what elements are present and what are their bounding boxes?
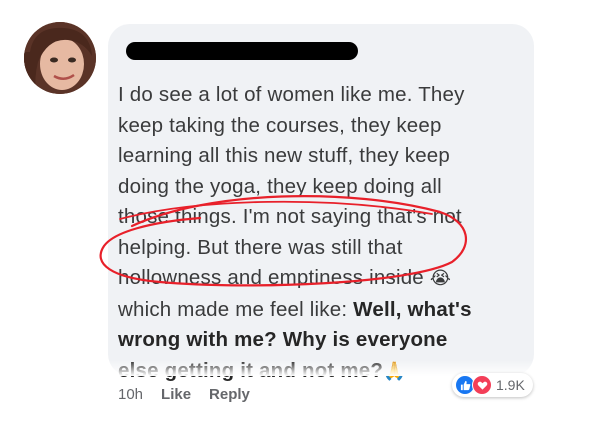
- like-button[interactable]: Like: [161, 386, 191, 403]
- comment-line: learning all this new stuff, they keep: [118, 144, 450, 167]
- reactions-summary[interactable]: 1.9K: [452, 373, 533, 397]
- love-icon: [472, 375, 492, 395]
- avatar[interactable]: [24, 22, 96, 94]
- comment-line: I do see a lot of women like me. They: [118, 83, 465, 106]
- reaction-count: 1.9K: [496, 377, 525, 393]
- comment-line: helping. But there was still that: [118, 235, 403, 259]
- comment-line: wrong with me? Why is everyone: [118, 325, 518, 356]
- timestamp[interactable]: 10h: [118, 386, 143, 403]
- crying-face-icon: 😭: [429, 268, 452, 289]
- comment-line: which made me feel like: Well, what's: [118, 297, 472, 321]
- redacted-name: [126, 42, 358, 60]
- comment-bold-text: wrong with me? Why is everyone: [118, 328, 448, 351]
- comment-line: those things. I'm not saying that's not: [118, 205, 462, 228]
- comment-line: doing the yoga, they keep doing all: [118, 174, 442, 198]
- comment-text: I do see a lot of women like me. They ke…: [118, 80, 518, 387]
- comment-line: keep taking the courses, they keep: [118, 113, 442, 137]
- comment-line: hollowness and emptiness inside 😭: [118, 266, 452, 289]
- comment-actions: 10h Like Reply: [118, 386, 250, 403]
- comment-bold-text: Well, what's: [353, 297, 472, 321]
- reply-button[interactable]: Reply: [209, 386, 250, 403]
